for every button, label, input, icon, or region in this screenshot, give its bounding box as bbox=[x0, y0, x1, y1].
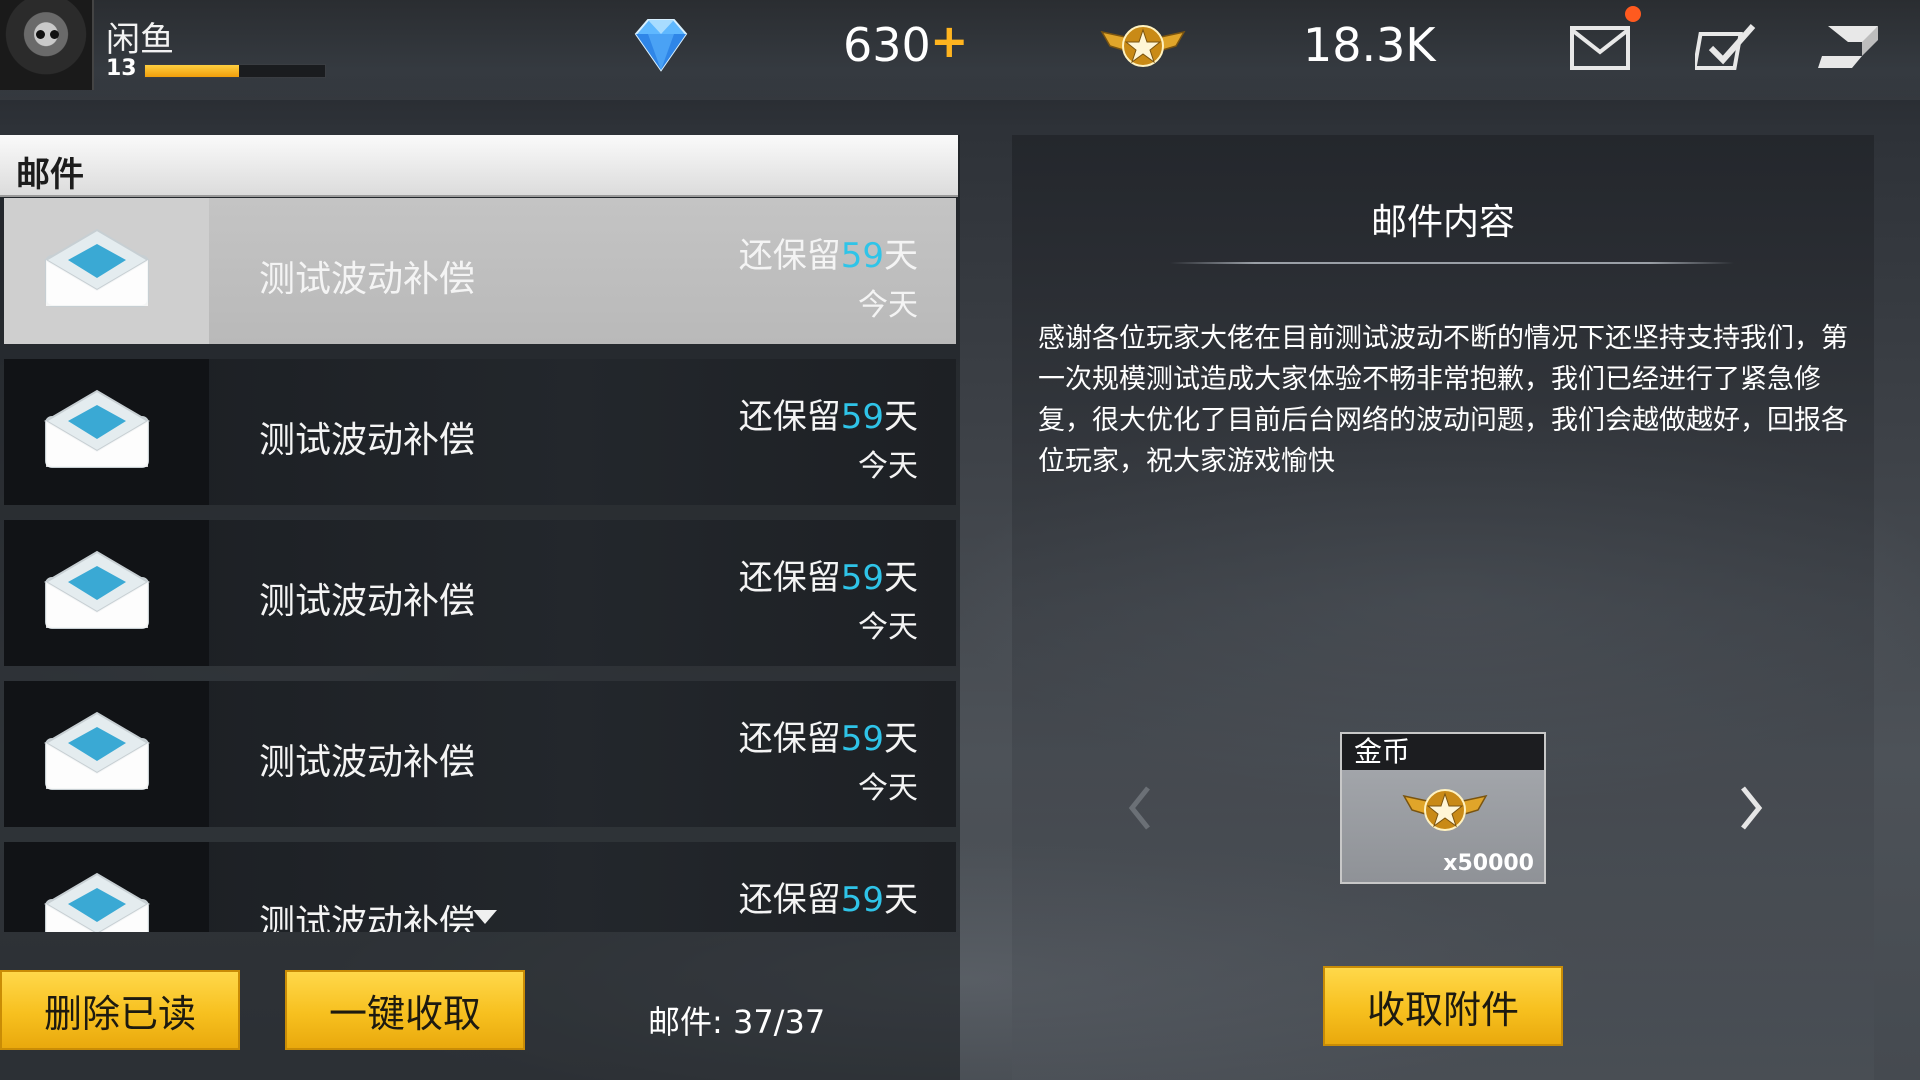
mail-title: 测试波动补偿 bbox=[259, 420, 476, 461]
mail-count: 邮件: 37/37 bbox=[648, 1003, 826, 1041]
mail-expiry-suffix: 天 bbox=[884, 236, 918, 276]
mail-date: 今天 bbox=[858, 449, 918, 484]
mail-expiry-suffix: 天 bbox=[884, 880, 918, 920]
attachment-quantity: x50000 bbox=[1443, 851, 1534, 876]
detail-title: 邮件内容 bbox=[1370, 202, 1515, 243]
envelope-icon bbox=[44, 872, 150, 932]
gem-count: 630 bbox=[843, 18, 931, 72]
envelope-icon bbox=[44, 711, 150, 790]
gold-emblem-icon bbox=[1402, 789, 1488, 831]
mail-list[interactable]: 测试波动补偿 还保留59天 今天 测试波动补偿 还保留59天 今天 测试波动补偿 bbox=[0, 198, 958, 932]
chevron-right-icon[interactable] bbox=[1737, 780, 1767, 836]
detail-body: 感谢各位玩家大佬在目前测试波动不断的情况下还坚持支持我们，第一次规模测试造成大家… bbox=[1038, 323, 1848, 477]
xp-bar-fill bbox=[145, 65, 239, 77]
mail-title: 测试波动补偿 bbox=[259, 903, 476, 932]
avatar[interactable] bbox=[0, 0, 94, 90]
collect-all-button[interactable]: 一键收取 bbox=[285, 970, 525, 1050]
mail-detail-panel bbox=[1012, 135, 1874, 1080]
mail-expiry: 还保留59天 bbox=[739, 550, 918, 599]
exit-icon[interactable] bbox=[1818, 20, 1882, 74]
mail-expiry-suffix: 天 bbox=[884, 719, 918, 759]
mail-icon-cell bbox=[4, 198, 209, 344]
mail-expiry-prefix: 还保留 bbox=[738, 719, 841, 759]
mail-expiry-days: 59 bbox=[840, 236, 884, 276]
envelope-icon bbox=[44, 389, 150, 468]
mail-panel-header: 邮件 bbox=[0, 135, 958, 197]
mail-expiry-days: 59 bbox=[840, 397, 884, 437]
mail-expiry-days: 59 bbox=[840, 558, 884, 598]
xp-bar bbox=[144, 64, 326, 78]
mail-expiry-prefix: 还保留 bbox=[738, 397, 841, 437]
mail-list-item[interactable]: 测试波动补偿 还保留59天 今天 bbox=[4, 681, 956, 827]
player-level: 13 bbox=[106, 56, 137, 81]
gold-emblem-icon bbox=[1100, 25, 1186, 67]
collect-attachment-button[interactable]: 收取附件 bbox=[1323, 966, 1563, 1046]
envelope-icon bbox=[44, 228, 150, 307]
mail-expiry-prefix: 还保留 bbox=[738, 880, 841, 920]
attachment-card[interactable]: 金币 x50000 bbox=[1340, 732, 1546, 884]
mail-expiry: 还保留59天 bbox=[739, 228, 918, 277]
mail-list-item[interactable]: 测试波动补偿 还保留59天 今天 bbox=[4, 359, 956, 505]
mail-date: 今天 bbox=[858, 288, 918, 323]
envelope-icon bbox=[44, 550, 150, 629]
mail-icon-cell bbox=[4, 520, 209, 666]
gold-count: 18.3K bbox=[1303, 18, 1436, 72]
mail-expiry-prefix: 还保留 bbox=[738, 236, 841, 276]
mail-title: 测试波动补偿 bbox=[259, 581, 476, 622]
mail-list-item[interactable]: 测试波动补偿 还保留59天 今天 bbox=[4, 198, 956, 344]
mail-expiry-prefix: 还保留 bbox=[738, 558, 841, 598]
attachment-label: 金币 bbox=[1342, 734, 1544, 770]
task-check-icon[interactable] bbox=[1695, 20, 1759, 74]
mail-expiry-days: 59 bbox=[840, 880, 884, 920]
mail-icon-cell bbox=[4, 359, 209, 505]
mail-icon-cell bbox=[4, 681, 209, 827]
mail-expiry-days: 59 bbox=[840, 719, 884, 759]
mail-icon[interactable] bbox=[1568, 20, 1632, 74]
detail-divider bbox=[1170, 262, 1734, 264]
chevron-left-icon[interactable] bbox=[1124, 780, 1154, 836]
mail-date: 今天 bbox=[858, 924, 918, 932]
scroll-down-indicator bbox=[473, 910, 497, 924]
mail-list-item[interactable]: 测试波动补偿 还保留59天 今天 bbox=[4, 520, 956, 666]
mail-notification-dot bbox=[1625, 6, 1641, 22]
mail-panel-title: 邮件 bbox=[16, 155, 84, 195]
player-name: 闲鱼 bbox=[106, 20, 174, 60]
avatar-eye bbox=[50, 30, 59, 39]
mail-title: 测试波动补偿 bbox=[259, 742, 476, 783]
diamond-icon bbox=[634, 19, 688, 72]
mail-expiry: 还保留59天 bbox=[739, 872, 918, 921]
mail-date: 今天 bbox=[858, 771, 918, 806]
mail-icon-cell bbox=[4, 842, 209, 932]
avatar-eye bbox=[36, 30, 45, 39]
mail-date: 今天 bbox=[858, 610, 918, 645]
delete-read-button[interactable]: 删除已读 bbox=[0, 970, 240, 1050]
mail-expiry-suffix: 天 bbox=[884, 558, 918, 598]
add-gems-button[interactable]: + bbox=[930, 14, 969, 68]
mail-title: 测试波动补偿 bbox=[259, 259, 476, 300]
mail-expiry-suffix: 天 bbox=[884, 397, 918, 437]
mail-expiry: 还保留59天 bbox=[739, 389, 918, 438]
mail-expiry: 还保留59天 bbox=[739, 711, 918, 760]
